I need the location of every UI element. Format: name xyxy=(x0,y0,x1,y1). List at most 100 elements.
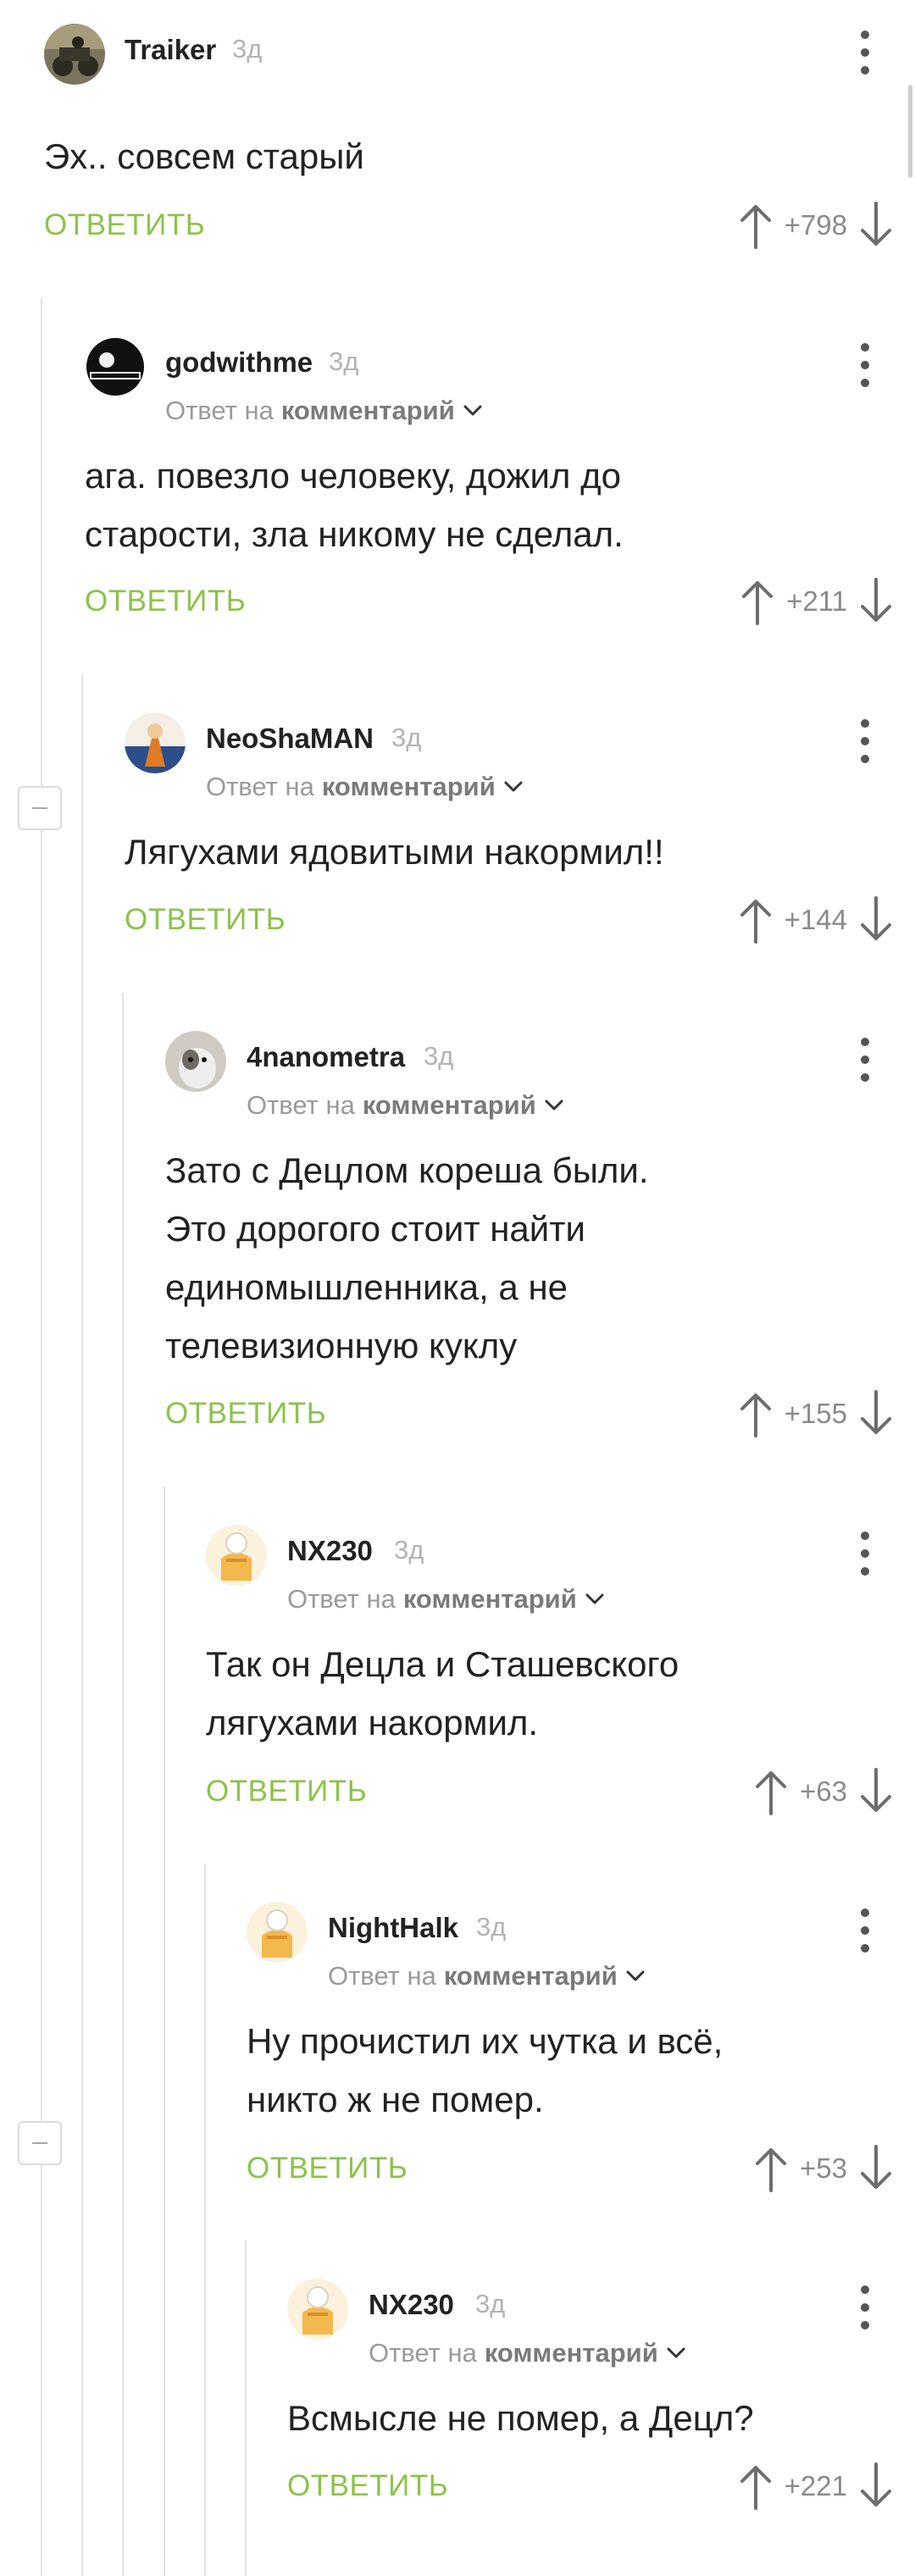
reply-to-link[interactable]: Ответ на комментарий xyxy=(206,772,523,802)
thread-line-level-2 xyxy=(81,674,83,2576)
vertical-dots-icon[interactable] xyxy=(859,2285,871,2333)
collapse-thread-button[interactable] xyxy=(18,2121,62,2165)
vote-score: +211 xyxy=(786,585,847,617)
comment-text: Всмысле не помер, а Децл? xyxy=(287,2398,754,2438)
arrow-down-icon[interactable] xyxy=(857,896,895,944)
thread-line-level-1 xyxy=(41,298,42,2576)
scrollbar[interactable] xyxy=(908,85,912,178)
vote-controls: +144 xyxy=(737,896,895,944)
reply-to-prefix: Ответ на xyxy=(287,1584,396,1614)
vote-controls: +63 xyxy=(752,1768,895,1815)
vertical-dots-icon[interactable] xyxy=(859,30,871,78)
collapse-thread-button[interactable] xyxy=(18,786,62,830)
arrow-down-icon[interactable] xyxy=(857,578,895,625)
avatar[interactable] xyxy=(44,24,105,85)
reply-button[interactable]: ОТВЕТИТЬ xyxy=(165,1397,326,1431)
vote-score: +155 xyxy=(784,1398,847,1429)
arrow-up-icon[interactable] xyxy=(737,896,774,944)
comment-time: 3д xyxy=(329,346,359,376)
vote-score: +63 xyxy=(800,1776,847,1807)
avatar[interactable] xyxy=(247,1902,308,1963)
avatar[interactable] xyxy=(206,1525,267,1586)
reply-to-target: комментарий xyxy=(321,772,496,801)
thread-line-level-3 xyxy=(122,993,124,2576)
reply-to-prefix: Ответ на xyxy=(328,1961,436,1991)
arrow-up-icon[interactable] xyxy=(737,202,774,249)
comment-time: 3д xyxy=(391,723,422,752)
arrow-down-icon[interactable] xyxy=(857,1390,895,1438)
avatar[interactable] xyxy=(85,336,146,397)
reply-button[interactable]: ОТВЕТИТЬ xyxy=(44,208,205,242)
comment-text: Эх.. совсем старый xyxy=(44,136,364,176)
chevron-down-icon xyxy=(626,1970,645,1981)
reply-button[interactable]: ОТВЕТИТЬ xyxy=(287,2469,448,2503)
vote-controls: +155 xyxy=(737,1390,895,1438)
avatar[interactable] xyxy=(165,1031,226,1092)
arrow-down-icon[interactable] xyxy=(857,2462,895,2510)
arrow-down-icon[interactable] xyxy=(857,202,895,249)
vote-score: +798 xyxy=(784,209,847,241)
comment-author[interactable]: NX230 xyxy=(287,1535,373,1567)
chevron-down-icon xyxy=(545,1100,563,1111)
chevron-down-icon xyxy=(585,1593,604,1604)
vote-score: +221 xyxy=(784,2470,847,2501)
arrow-down-icon[interactable] xyxy=(857,2145,895,2192)
vote-controls: +798 xyxy=(737,202,895,249)
vertical-dots-icon[interactable] xyxy=(859,343,871,391)
comment-text: Так он Децла и Сташевского лягухами нако… xyxy=(206,1644,679,1742)
comment-time: 3д xyxy=(475,2289,506,2318)
vertical-dots-icon[interactable] xyxy=(859,1908,871,1956)
arrow-up-icon[interactable] xyxy=(752,2145,790,2192)
arrow-down-icon[interactable] xyxy=(857,1768,895,1815)
arrow-up-icon[interactable] xyxy=(737,1390,774,1438)
vertical-dots-icon[interactable] xyxy=(859,1038,871,1085)
arrow-up-icon[interactable] xyxy=(752,1768,790,1815)
reply-to-prefix: Ответ на xyxy=(247,1090,355,1120)
vote-controls: +221 xyxy=(737,2462,895,2510)
arrow-up-icon[interactable] xyxy=(739,578,776,625)
reply-button[interactable]: ОТВЕТИТЬ xyxy=(125,903,286,937)
reply-to-link[interactable]: Ответ на комментарий xyxy=(328,1961,645,1992)
reply-to-link[interactable]: Ответ на комментарий xyxy=(287,1584,604,1615)
comment-author[interactable]: NeoShaMAN xyxy=(206,723,374,755)
vote-controls: +53 xyxy=(752,2145,895,2192)
comment-text: Зато с Децлом кореша были. Это дорогого … xyxy=(165,1150,649,1366)
reply-to-prefix: Ответ на xyxy=(206,772,314,801)
comment-time: 3д xyxy=(394,1535,424,1565)
comment-text: Ну прочистил их чутка и всё, никто ж не … xyxy=(247,2021,724,2119)
chevron-down-icon xyxy=(667,2347,685,2358)
vote-score: +53 xyxy=(800,2152,847,2184)
thread-line-level-6 xyxy=(245,2241,247,2576)
chevron-down-icon xyxy=(463,405,482,416)
thread-line-level-5 xyxy=(204,1864,206,2576)
comment-time: 3д xyxy=(232,34,263,64)
thread-line-level-4 xyxy=(164,1487,165,2576)
vote-score: +144 xyxy=(784,904,847,935)
reply-to-link[interactable]: Ответ на комментарий xyxy=(165,396,482,426)
arrow-up-icon[interactable] xyxy=(737,2462,774,2510)
reply-to-target: комментарий xyxy=(484,2338,658,2368)
chevron-down-icon xyxy=(504,781,523,792)
avatar[interactable] xyxy=(287,2279,348,2340)
comment-author[interactable]: Traiker xyxy=(125,34,216,66)
vertical-dots-icon[interactable] xyxy=(859,719,871,767)
reply-button[interactable]: ОТВЕТИТЬ xyxy=(247,2152,408,2185)
reply-to-target: комментарий xyxy=(402,1584,577,1614)
reply-button[interactable]: ОТВЕТИТЬ xyxy=(85,584,246,618)
reply-button[interactable]: ОТВЕТИТЬ xyxy=(206,1775,367,1809)
reply-to-target: комментарий xyxy=(443,1961,618,1991)
comment-author[interactable]: 4nanometra xyxy=(247,1041,405,1073)
comment-author[interactable]: godwithme xyxy=(165,346,313,379)
reply-to-prefix: Ответ на xyxy=(369,2338,477,2368)
avatar[interactable] xyxy=(125,712,186,773)
vertical-dots-icon[interactable] xyxy=(859,1532,871,1579)
comment-time: 3д xyxy=(424,1041,454,1071)
comment-author[interactable]: NightHalk xyxy=(328,1912,458,1944)
reply-to-link[interactable]: Ответ на комментарий xyxy=(369,2338,685,2368)
reply-to-link[interactable]: Ответ на комментарий xyxy=(247,1090,563,1121)
reply-to-prefix: Ответ на xyxy=(165,396,274,425)
reply-to-target: комментарий xyxy=(280,396,455,425)
comment-author[interactable]: NX230 xyxy=(369,2289,454,2321)
comment-text: ага. повезло человеку, дожил до старости… xyxy=(85,456,624,554)
comment-time: 3д xyxy=(476,1912,507,1942)
